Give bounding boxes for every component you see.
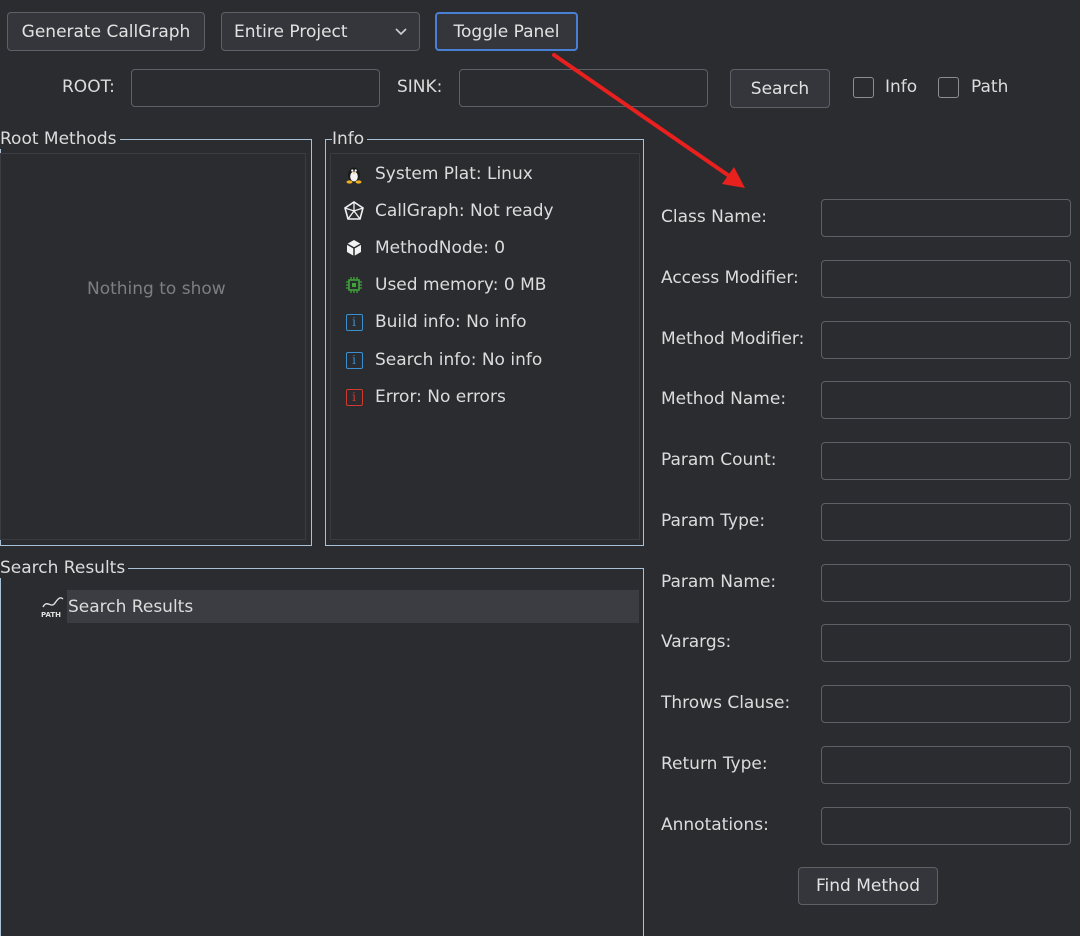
info-item-text: System Plat: Linux bbox=[375, 164, 533, 184]
throws-clause-input[interactable] bbox=[821, 685, 1071, 723]
info-item-text: Used memory: 0 MB bbox=[375, 275, 547, 295]
info-item-text: Build info: No info bbox=[375, 312, 527, 332]
toggle-panel-label: Toggle Panel bbox=[453, 21, 560, 42]
field-label: Class Name: bbox=[661, 207, 768, 227]
return-type-input[interactable] bbox=[821, 746, 1071, 784]
info-checkbox-label: Info bbox=[885, 77, 918, 97]
info-group: Info System Plat: Linux CallGraph: Not r… bbox=[325, 129, 644, 546]
param-name-input[interactable] bbox=[821, 564, 1071, 602]
root-methods-title: Root Methods bbox=[0, 129, 120, 149]
info-icon: i bbox=[343, 349, 365, 371]
field-label: Varargs: bbox=[661, 632, 732, 652]
info-title: Info bbox=[332, 129, 368, 149]
path-checkbox-label: Path bbox=[971, 77, 1009, 97]
info-item-error: i Error: No errors bbox=[343, 385, 506, 409]
linux-icon bbox=[343, 163, 365, 185]
scope-select[interactable]: Entire Project bbox=[221, 12, 420, 51]
chevron-down-icon bbox=[395, 27, 407, 35]
info-item-memory: Used memory: 0 MB bbox=[343, 273, 546, 297]
field-label: Param Type: bbox=[661, 511, 766, 531]
search-button[interactable]: Search bbox=[730, 69, 830, 108]
varargs-input[interactable] bbox=[821, 624, 1071, 662]
field-label: Throws Clause: bbox=[661, 693, 791, 713]
info-item-search: i Search info: No info bbox=[343, 348, 542, 372]
cube-icon bbox=[343, 237, 365, 259]
access-modifier-input[interactable] bbox=[821, 260, 1071, 298]
info-item-methodnode: MethodNode: 0 bbox=[343, 236, 505, 260]
search-results-group: Search Results PATH Search Results bbox=[0, 558, 644, 936]
field-label: Method Modifier: bbox=[661, 329, 805, 349]
param-type-input[interactable] bbox=[821, 503, 1071, 541]
field-label: Param Count: bbox=[661, 450, 777, 470]
field-label: Return Type: bbox=[661, 754, 768, 774]
info-item-system-plat: System Plat: Linux bbox=[343, 162, 533, 186]
path-icon: PATH bbox=[39, 593, 67, 621]
root-methods-group: Root Methods Nothing to show bbox=[0, 129, 312, 546]
info-item-text: CallGraph: Not ready bbox=[375, 201, 554, 221]
method-name-input[interactable] bbox=[821, 381, 1071, 419]
find-method-label: Find Method bbox=[816, 876, 920, 896]
param-count-input[interactable] bbox=[821, 442, 1071, 480]
field-label: Param Name: bbox=[661, 572, 777, 592]
field-label: Annotations: bbox=[661, 815, 769, 835]
chip-icon bbox=[343, 274, 365, 296]
generate-callgraph-button[interactable]: Generate CallGraph bbox=[7, 12, 205, 51]
field-label: Access Modifier: bbox=[661, 268, 799, 288]
search-results-title: Search Results bbox=[0, 558, 129, 578]
generate-callgraph-label: Generate CallGraph bbox=[21, 21, 191, 42]
info-item-text: Error: No errors bbox=[375, 387, 506, 407]
sink-input[interactable] bbox=[459, 69, 708, 107]
root-methods-list[interactable]: Nothing to show bbox=[0, 153, 306, 540]
search-results-tree-item[interactable]: Search Results bbox=[67, 590, 639, 623]
annotations-input[interactable] bbox=[821, 807, 1071, 845]
callgraph-icon bbox=[343, 200, 365, 222]
root-input[interactable] bbox=[131, 69, 380, 107]
info-icon: i bbox=[343, 311, 365, 333]
scope-select-value: Entire Project bbox=[234, 21, 348, 42]
info-checkbox[interactable] bbox=[853, 77, 874, 98]
search-button-label: Search bbox=[750, 78, 810, 99]
method-modifier-input[interactable] bbox=[821, 321, 1071, 359]
find-method-button[interactable]: Find Method bbox=[798, 867, 938, 905]
info-list: System Plat: Linux CallGraph: Not ready … bbox=[330, 153, 640, 540]
field-label: Method Name: bbox=[661, 389, 787, 409]
toggle-panel-button[interactable]: Toggle Panel bbox=[435, 12, 578, 51]
info-item-callgraph: CallGraph: Not ready bbox=[343, 199, 554, 223]
info-item-build: i Build info: No info bbox=[343, 310, 527, 334]
error-icon: i bbox=[343, 386, 365, 408]
root-label: ROOT: bbox=[62, 77, 115, 97]
info-item-text: Search info: No info bbox=[375, 350, 543, 370]
path-checkbox[interactable] bbox=[938, 77, 959, 98]
path-badge: PATH bbox=[41, 611, 61, 619]
empty-list-text: Nothing to show bbox=[87, 279, 226, 299]
sink-label: SINK: bbox=[397, 77, 443, 97]
class-name-input[interactable] bbox=[821, 199, 1071, 237]
info-item-text: MethodNode: 0 bbox=[375, 238, 506, 258]
tree-item-label: Search Results bbox=[68, 597, 194, 617]
